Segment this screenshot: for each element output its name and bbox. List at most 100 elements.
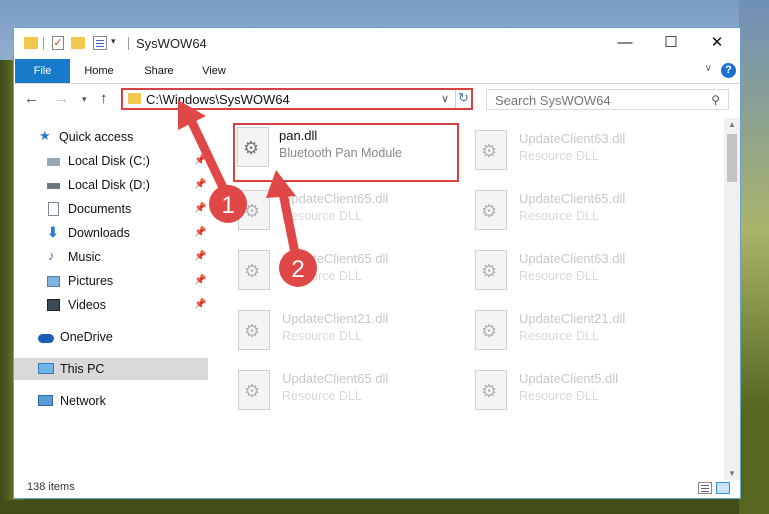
back-arrow-icon[interactable]: ←: [24, 90, 39, 107]
dll-file-icon: [238, 250, 270, 290]
sidebar-item-label: Videos: [68, 298, 106, 312]
sidebar-item-documents[interactable]: Documents 📌: [14, 198, 208, 220]
file-name: UpdateClient65.dll: [519, 191, 626, 206]
sidebar-item-label: Local Disk (D:): [68, 178, 150, 192]
sidebar-item-music[interactable]: ♪ Music 📌: [14, 246, 208, 268]
pictures-icon: [47, 276, 60, 287]
vertical-scrollbar[interactable]: ▲ ▼: [724, 118, 740, 480]
ribbon-tabs: File Home Share View ∨ ?: [14, 59, 740, 84]
file-tile[interactable]: UpdateClient65.dll Resource DLL: [473, 186, 693, 242]
pin-icon[interactable]: 📌: [194, 174, 206, 196]
sidebar-item-network[interactable]: Network: [14, 390, 208, 412]
sidebar-item-label: Pictures: [68, 274, 114, 288]
sidebar-item-local-disk-d[interactable]: Local Disk (D:) 📌: [14, 174, 208, 196]
scroll-thumb[interactable]: [727, 134, 737, 182]
minimize-button[interactable]: —: [602, 28, 648, 59]
file-description: Resource DLL: [519, 269, 599, 283]
file-tile[interactable]: UpdateClient21.dll Resource DLL: [236, 306, 456, 362]
customize-toolbar-icon[interactable]: [93, 36, 107, 50]
sidebar-item-label: Downloads: [68, 226, 130, 240]
pin-icon[interactable]: 📌: [194, 222, 206, 244]
file-description: Resource DLL: [519, 389, 599, 403]
dll-file-icon: [475, 250, 507, 290]
details-view-icon[interactable]: [698, 482, 712, 494]
help-icon[interactable]: ?: [721, 63, 736, 78]
sidebar-item-label: Quick access: [59, 130, 134, 144]
navigation-pane: ★ Quick access Local Disk (C:) 📌 Local D…: [14, 118, 208, 468]
recent-locations-icon[interactable]: ▾: [82, 94, 87, 105]
status-bar: 138 items: [14, 480, 740, 498]
sidebar-item-pictures[interactable]: Pictures 📌: [14, 270, 208, 292]
sidebar-item-label: Local Disk (C:): [68, 154, 150, 168]
drive-icon: [47, 183, 60, 189]
pin-icon[interactable]: 📌: [194, 150, 206, 172]
sidebar-item-videos[interactable]: Videos 📌: [14, 294, 208, 316]
file-name: UpdateClient21.dll: [282, 311, 389, 326]
file-name: UpdateClient63.dll: [519, 251, 626, 266]
expand-ribbon-icon[interactable]: ∨: [705, 63, 712, 74]
large-icons-view-icon[interactable]: [716, 482, 730, 494]
divider: [128, 37, 129, 50]
maximize-button[interactable]: ☐: [648, 28, 694, 59]
new-folder-icon[interactable]: [71, 37, 85, 49]
file-tile[interactable]: UpdateClient65.dll Resource DLL: [236, 366, 456, 422]
sidebar-item-label: Network: [60, 394, 106, 408]
file-tile[interactable]: UpdateClient65.dll Resource DLL: [236, 186, 456, 242]
file-name: UpdateClient63.dll: [519, 131, 626, 146]
tab-share[interactable]: Share: [134, 59, 184, 83]
file-name: UpdateClient5.dll: [519, 371, 619, 386]
documents-icon: [48, 202, 59, 216]
file-tile-pan-dll[interactable]: pan.dll Bluetooth Pan Module: [233, 123, 459, 182]
forward-arrow-icon[interactable]: →: [54, 90, 69, 107]
download-icon: ⬇: [47, 224, 59, 240]
dll-file-icon: [475, 310, 507, 350]
file-description: Resource DLL: [282, 389, 362, 403]
dll-file-icon: [237, 127, 269, 167]
pin-icon[interactable]: 📌: [194, 198, 206, 220]
dll-file-icon: [238, 190, 270, 230]
file-tile[interactable]: UpdateClient63.dll Resource DLL: [473, 246, 693, 302]
address-path[interactable]: C:\Windows\SysWOW64: [146, 92, 290, 107]
file-description: Bluetooth Pan Module: [279, 146, 403, 160]
tab-file[interactable]: File: [15, 59, 70, 83]
chevron-down-icon[interactable]: ∨: [441, 92, 449, 105]
scroll-up-icon[interactable]: ▲: [728, 120, 736, 129]
properties-check-icon[interactable]: ✓: [52, 36, 64, 50]
search-input[interactable]: [495, 93, 695, 108]
pin-icon[interactable]: 📌: [194, 270, 206, 292]
sidebar-item-quick-access[interactable]: ★ Quick access: [14, 126, 208, 148]
drive-icon: [47, 158, 60, 166]
pin-icon[interactable]: 📌: [194, 294, 206, 316]
navigation-bar: ← → ▾ ↑ C:\Windows\SysWOW64 ∨ ↻ ⚲: [14, 84, 740, 116]
search-icon[interactable]: ⚲: [711, 93, 720, 107]
tab-view[interactable]: View: [192, 59, 236, 83]
sidebar-item-local-disk-c[interactable]: Local Disk (C:) 📌: [14, 150, 208, 172]
up-arrow-icon[interactable]: ↑: [100, 90, 108, 107]
sidebar-item-this-pc[interactable]: This PC: [14, 358, 208, 380]
address-bar[interactable]: C:\Windows\SysWOW64 ∨ ↻: [121, 88, 473, 110]
folder-icon: [128, 93, 141, 104]
sidebar-item-onedrive[interactable]: OneDrive: [14, 326, 208, 348]
file-description: Resource DLL: [282, 209, 362, 223]
star-icon: ★: [39, 128, 51, 143]
refresh-icon[interactable]: ↻: [458, 90, 469, 106]
videos-icon: [47, 299, 60, 311]
file-tile[interactable]: UpdateClient5.dll Resource DLL: [473, 366, 693, 422]
close-button[interactable]: ✕: [694, 28, 740, 59]
search-box[interactable]: ⚲: [486, 89, 729, 110]
divider: [455, 90, 456, 108]
sidebar-item-label: Documents: [68, 202, 132, 216]
file-description: Resource DLL: [519, 329, 599, 343]
scroll-down-icon[interactable]: ▼: [728, 469, 736, 478]
music-icon: ♪: [48, 248, 55, 263]
file-tile[interactable]: UpdateClient21.dll Resource DLL: [473, 306, 693, 362]
tab-home[interactable]: Home: [74, 59, 124, 83]
chevron-down-icon[interactable]: ▾: [111, 36, 116, 47]
file-name: UpdateClient65.dll: [282, 251, 389, 266]
file-tile[interactable]: UpdateClient65.dll Resource DLL: [236, 246, 456, 302]
sidebar-item-downloads[interactable]: ⬇ Downloads 📌: [14, 222, 208, 244]
wallpaper-right: [739, 0, 769, 514]
file-tile[interactable]: UpdateClient63.dll Resource DLL: [473, 126, 693, 182]
pin-icon[interactable]: 📌: [194, 246, 206, 268]
computer-icon: [38, 363, 54, 374]
